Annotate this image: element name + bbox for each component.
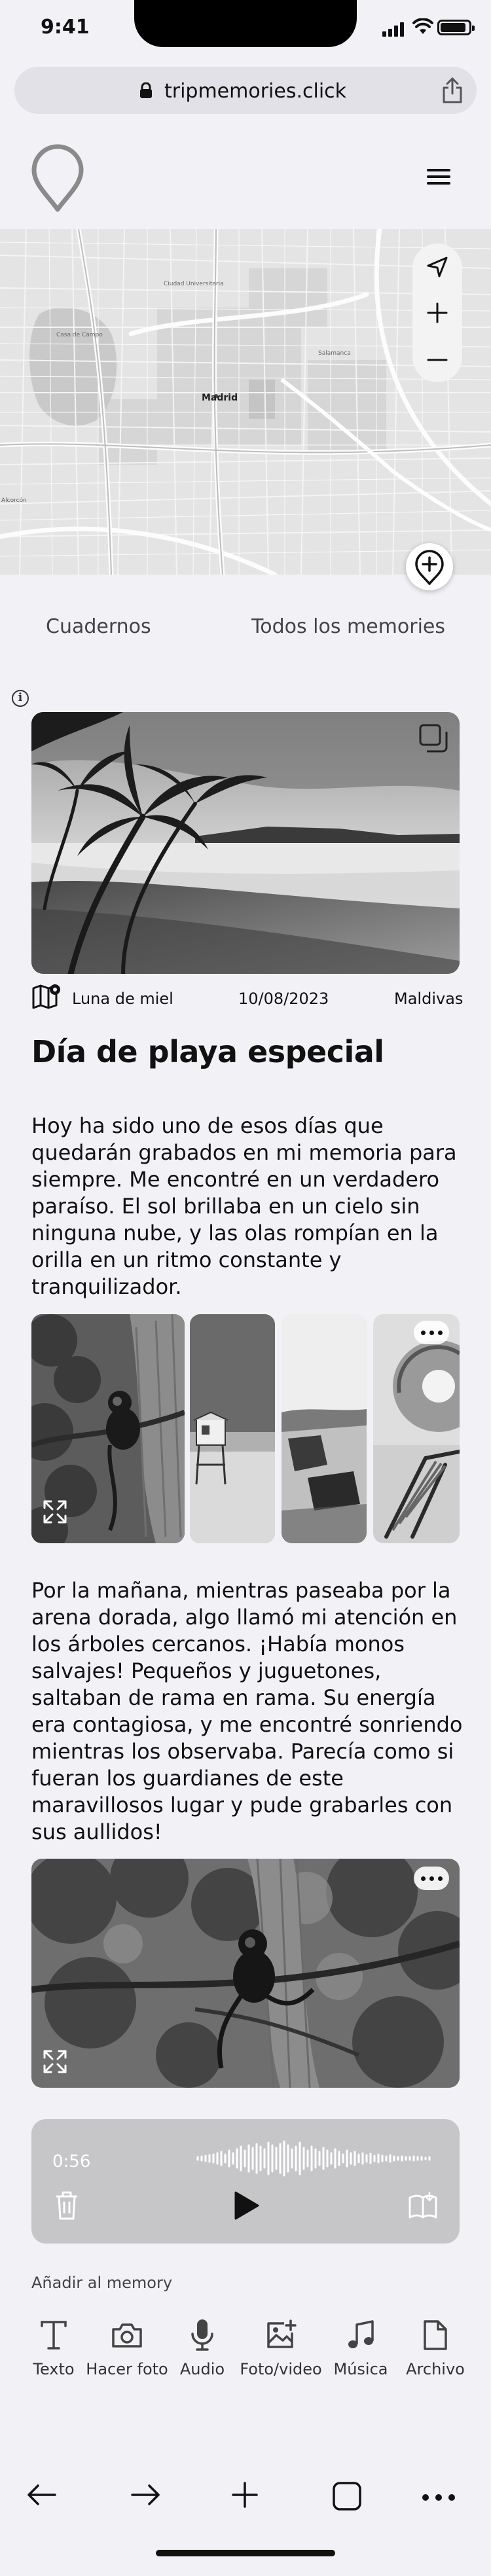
add-file-label: Archivo (406, 2360, 465, 2378)
transcribe-book-icon[interactable] (407, 2191, 439, 2220)
add-image-icon (267, 2319, 297, 2348)
home-indicator (156, 2550, 335, 2556)
zoom-in-icon[interactable] (426, 301, 449, 325)
memory-title: Día de playa especial (31, 1034, 384, 1069)
url-text: tripmemories.click (164, 80, 347, 103)
info-icon[interactable]: i (12, 690, 29, 707)
memory-notebook[interactable]: Luna de miel (72, 990, 173, 1008)
forward-arrow-icon[interactable] (128, 2480, 162, 2509)
microphone-icon (191, 2319, 213, 2351)
share-icon[interactable] (440, 77, 465, 104)
add-music-button[interactable]: Música (318, 2317, 403, 2378)
svg-text:Salamanca: Salamanca (318, 350, 351, 357)
zoom-out-icon[interactable] (426, 348, 449, 372)
add-audio-label: Audio (179, 2360, 225, 2378)
svg-text:Casa de Campo: Casa de Campo (56, 332, 103, 338)
new-tab-icon[interactable] (230, 2480, 259, 2509)
photo-thumbnail-coast[interactable] (282, 1314, 367, 1543)
location-pin-logo[interactable] (29, 144, 86, 213)
add-music-label: Música (333, 2360, 388, 2378)
wifi-icon (412, 18, 433, 34)
add-text-button[interactable]: Texto (11, 2317, 96, 2378)
add-text-label: Texto (33, 2360, 75, 2378)
device-notch (134, 0, 357, 47)
memory-paragraph-1: Hoy ha sido uno de esos días que quedará… (31, 1113, 457, 1299)
add-to-memory-label: Añadir al memory (31, 2274, 173, 2292)
svg-text:Alcorcón: Alcorcón (1, 497, 27, 504)
status-time: 9:41 (41, 16, 90, 39)
audio-elapsed-time: 0:56 (52, 2152, 91, 2172)
beach-photo (31, 712, 460, 974)
map-controls (412, 243, 462, 382)
more-options-button[interactable] (414, 1321, 449, 1344)
cellular-signal-icon (382, 22, 404, 37)
coast-photo (282, 1314, 367, 1543)
memory-cover-photo[interactable] (31, 712, 460, 974)
more-icon[interactable] (422, 2494, 456, 2501)
monkey-wide-photo (31, 1859, 460, 2088)
beach-chair-photo (373, 1314, 460, 1543)
add-photo-video-button[interactable]: Foto/video (238, 2317, 323, 2378)
gallery-stack-icon[interactable] (418, 723, 449, 754)
navigation-arrow-icon[interactable] (426, 255, 449, 279)
audio-waveform[interactable] (195, 2139, 444, 2178)
add-photo-video-label: Foto/video (240, 2360, 322, 2378)
tab-todos-los-memories[interactable]: Todos los memories (251, 615, 445, 638)
video-thumbnail-monkey[interactable] (31, 1859, 460, 2088)
take-photo-label: Hacer foto (86, 2360, 168, 2378)
svg-text:Ciudad Universitaria: Ciudad Universitaria (164, 281, 224, 287)
play-icon[interactable] (232, 2190, 261, 2221)
audio-player: 0:56 (31, 2119, 460, 2244)
file-icon (424, 2320, 447, 2350)
browser-address-bar[interactable]: tripmemories.click (14, 67, 477, 114)
memory-paragraph-2: Por la mañana, mientras paseaba por la a… (31, 1578, 463, 1844)
text-icon (41, 2321, 67, 2350)
memory-date: 10/08/2023 (238, 990, 329, 1008)
camera-icon (112, 2323, 142, 2348)
add-audio-button[interactable]: Audio (160, 2317, 245, 2378)
lifeguard-hut-photo (190, 1314, 275, 1543)
tabs-icon[interactable] (331, 2480, 363, 2512)
map-city-label: Madrid (202, 393, 238, 403)
add-file-button[interactable]: Archivo (393, 2317, 478, 2378)
battery-icon (437, 20, 475, 35)
expand-icon[interactable] (42, 1499, 68, 1525)
tab-cuadernos[interactable]: Cuadernos (46, 615, 151, 638)
music-note-icon (348, 2320, 374, 2348)
back-arrow-icon[interactable] (25, 2480, 59, 2509)
photo-thumbnail-beach-chair[interactable] (373, 1314, 460, 1543)
photo-thumbnail-lifeguard[interactable] (190, 1314, 275, 1543)
hamburger-menu-icon[interactable] (427, 169, 450, 186)
take-photo-button[interactable]: Hacer foto (84, 2317, 170, 2378)
trash-icon[interactable] (54, 2190, 80, 2221)
notebook-map-icon (32, 984, 60, 1009)
video-more-options-button[interactable] (414, 1867, 449, 1890)
memory-place: Maldivas (394, 990, 464, 1008)
video-expand-icon[interactable] (42, 2048, 68, 2075)
status-bar: 9:41 (0, 0, 491, 59)
add-location-icon (415, 550, 444, 585)
add-location-button[interactable] (406, 543, 453, 590)
